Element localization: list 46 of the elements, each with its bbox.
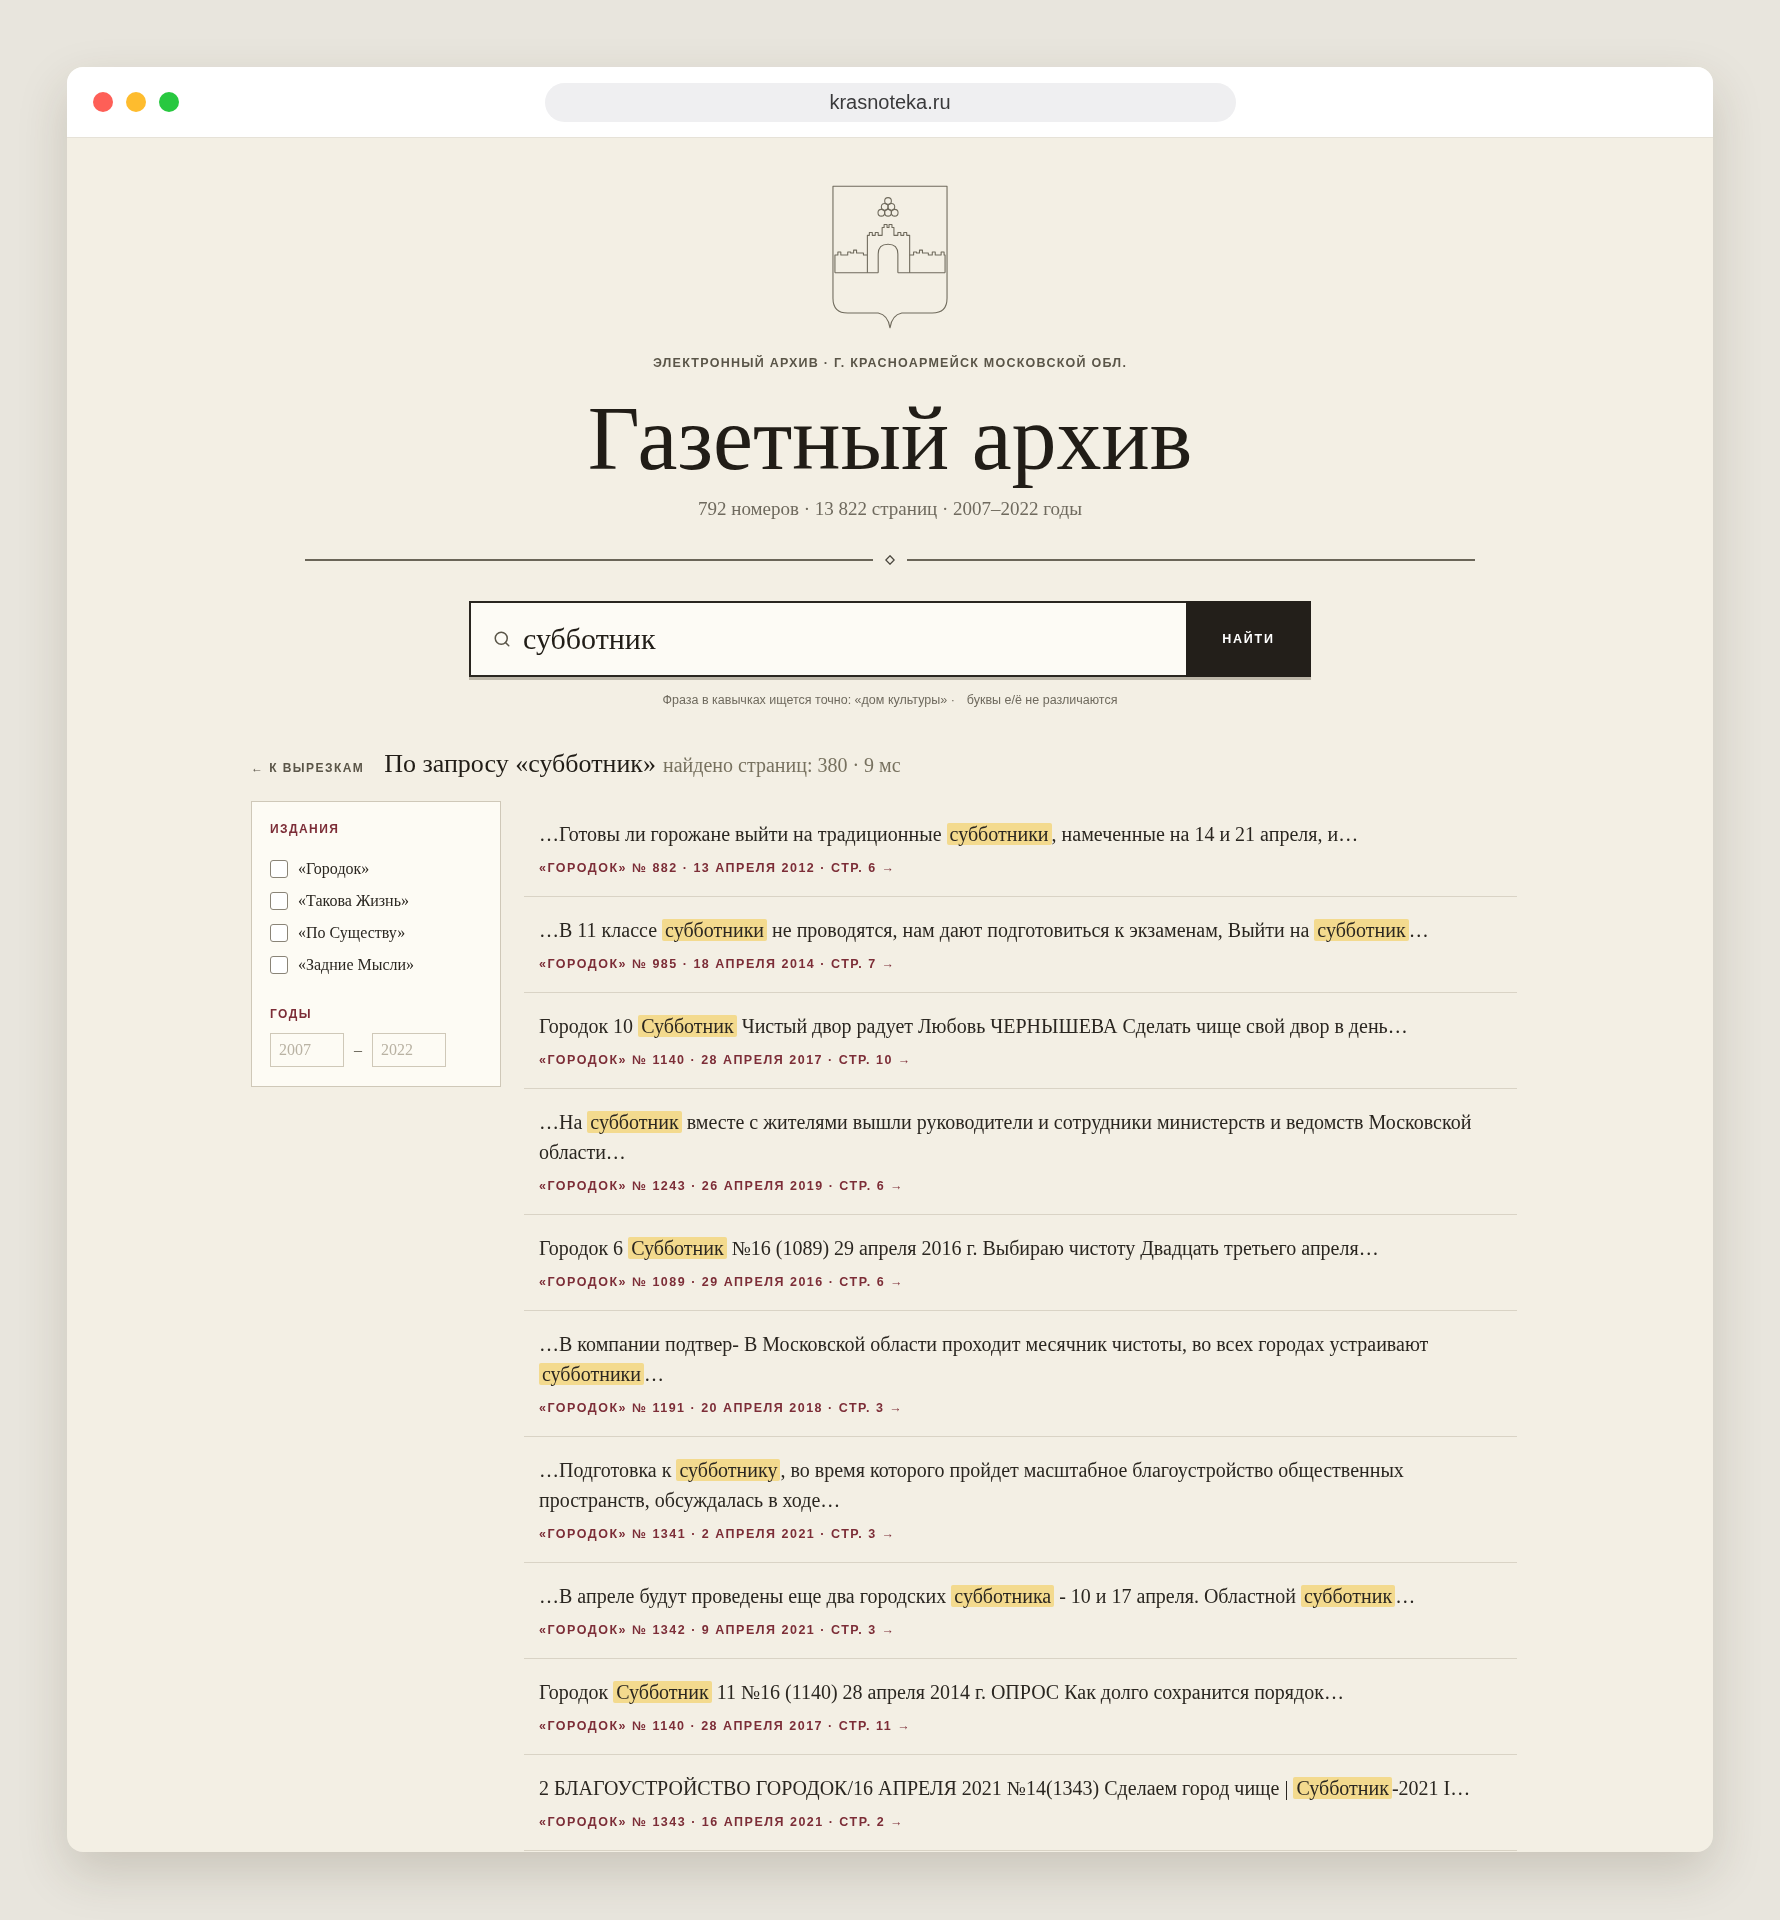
- source-link[interactable]: «ГОРОДОК» № 1140 · 28 АПРЕЛЯ 2017 · СТР. 11 →: [539, 1718, 912, 1734]
- source-link[interactable]: «ГОРОДОК» № 1341 · 2 АПРЕЛЯ 2021 · СТР. 3 →: [539, 1526, 896, 1542]
- publication-label[interactable]: «Задние Мысли»: [298, 953, 415, 977]
- filter-heading: ГОДЫ: [270, 1006, 313, 1022]
- archive-eyebrow: ЭЛЕКТРОННЫЙ АРХИВ · Г. КРАСНОАРМЕЙСК МОСКОВСКОЙ ОБЛ.: [652, 355, 1128, 371]
- source-link[interactable]: «ГОРОДОК» № 1342 · 9 АПРЕЛЯ 2021 · СТР. 3 →: [539, 1622, 896, 1638]
- snippet-text: Городок 6 Субботник №16 (1089) 29 апреля 2016 г. Выбираю чистоту Двадцать третьего апреля…: [539, 1236, 1380, 1262]
- filter-heading: ИЗДАНИЯ: [270, 821, 341, 837]
- year-range-separator: –: [354, 1040, 362, 1060]
- back-link[interactable]: ← К ВЫРЕЗКАМ: [251, 759, 365, 777]
- source-link[interactable]: «ГОРОДОК» № 882 · 13 АПРЕЛЯ 2012 · СТР. 6 →: [539, 860, 896, 876]
- search-hint: Фраза в кавычках ищется точно: «дом культуры» ·: [662, 692, 955, 708]
- snippet-text: …В апреле будут проведены еще два городских субботника - 10 и 17 апреля. Областной субботник…: [539, 1584, 1417, 1610]
- window-maximize-button[interactable]: [159, 92, 179, 112]
- source-link[interactable]: «ГОРОДОК» № 985 · 18 АПРЕЛЯ 2014 · СТР. 7 →: [539, 956, 896, 972]
- publication-label[interactable]: «Такова Жизнь»: [298, 889, 409, 913]
- snippet-text: …На субботник вместе с жителями вышли руководители и сотрудники министерств и ведомств Московской области…: [539, 1110, 1473, 1165]
- snippet-text: 2 БЛАГОУСТРОЙСТВО ГОРОДОК/16 АПРЕЛЯ 2021 №14(1343) Сделаем город чище | Субботник-2021 I…: [539, 1776, 1472, 1802]
- checkbox[interactable]: [270, 892, 288, 910]
- source-link[interactable]: «ГОРОДОК» № 1191 · 20 АПРЕЛЯ 2018 · СТР. 3 →: [539, 1400, 904, 1416]
- query-title: По запросу «субботник»: [384, 748, 656, 780]
- address-bar[interactable]: krasnoteka.ru: [544, 82, 1236, 122]
- publication-label[interactable]: «Городок»: [298, 857, 370, 881]
- snippet-text: …Готовы ли горожане выйти на традиционные субботники, намеченные на 14 и 21 апреля, и…: [539, 822, 1360, 848]
- snippet-text: …В 11 классе субботники не проводятся, нам дают подготовиться к экзаменам, Выйти на субботник…: [539, 918, 1430, 944]
- snippet-text: Городок Субботник 11 №16 (1140) 28 апреля 2014 г. ОПРОС Как долго сохранится порядок…: [539, 1680, 1345, 1706]
- diamond-icon: [885, 555, 895, 565]
- results-summary: найдено страниц: 380 · 9 мс: [663, 753, 901, 779]
- source-link[interactable]: «ГОРОДОК» № 1140 · 28 АПРЕЛЯ 2017 · СТР. 10 →: [539, 1052, 912, 1068]
- source-link[interactable]: «ГОРОДОК» № 1243 · 26 АПРЕЛЯ 2019 · СТР. 6 →: [539, 1178, 905, 1194]
- source-link[interactable]: «ГОРОДОК» № 1343 · 16 АПРЕЛЯ 2021 · СТР. 2 →: [539, 1814, 905, 1830]
- archive-stats: 792 номеров · 13 822 страниц · 2007–2022 годы: [698, 497, 1082, 521]
- snippet-text: Городок 10 Субботник Чистый двор радует Любовь ЧЕРНЫШЕВА Сделать чище свой двор в день…: [539, 1014, 1409, 1040]
- publication-label[interactable]: «По Существу»: [298, 921, 406, 945]
- snippet-text: …Подготовка к субботнику, во время которого пройдет масштабное благоустройство общественных пространств, обсуждалась в ходе…: [539, 1458, 1405, 1514]
- year-from-field[interactable]: 2007: [270, 1033, 344, 1067]
- year-to-field[interactable]: 2022: [372, 1033, 446, 1067]
- checkbox[interactable]: [270, 956, 288, 974]
- search-hint: буквы е/ё не различаются: [966, 692, 1118, 708]
- snippet-text: …В компании подтвер- В Московской области проходит месячник чистоты, во всех городах устраивают субботники…: [539, 1332, 1430, 1388]
- checkbox[interactable]: [270, 924, 288, 942]
- checkbox[interactable]: [270, 860, 288, 878]
- source-link[interactable]: «ГОРОДОК» № 1089 · 29 АПРЕЛЯ 2016 · СТР. 6 →: [539, 1274, 905, 1290]
- window-close-button[interactable]: [93, 92, 113, 112]
- search-icon: [493, 630, 511, 648]
- search-button[interactable]: НАЙТИ: [1186, 601, 1311, 677]
